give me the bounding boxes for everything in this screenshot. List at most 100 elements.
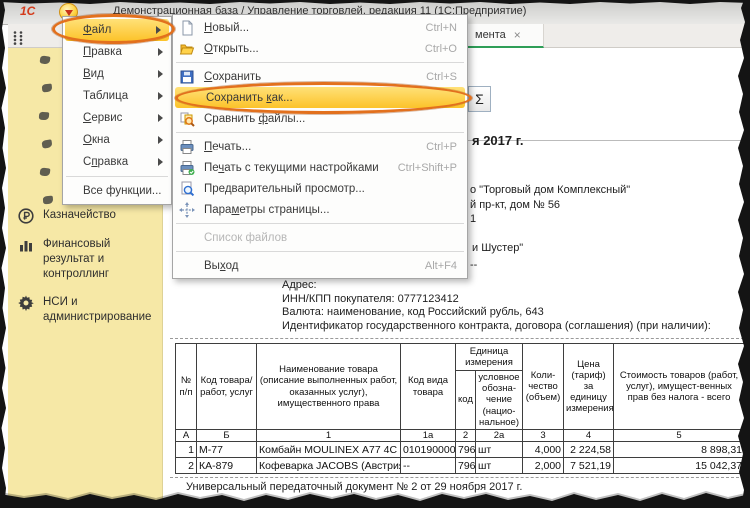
submenu-arrow-icon bbox=[158, 92, 163, 100]
file-menu-item-file-list: Список файлов bbox=[173, 227, 467, 248]
file-menu-item-print-with-settings[interactable]: Печать с текущими настройкамиCtrl+Shift+… bbox=[173, 157, 467, 178]
menu-item-label: Параметры страницы... bbox=[204, 204, 457, 216]
menu-item-table[interactable]: Таблица bbox=[63, 85, 171, 107]
menu-item-label: Список файлов bbox=[204, 232, 457, 244]
annotation-ellipse-file bbox=[52, 14, 175, 44]
submenu-arrow-icon bbox=[158, 70, 163, 78]
file-menu-item-page-setup[interactable]: Параметры страницы... bbox=[173, 199, 467, 220]
sidebar-item-label: Казначейство bbox=[43, 208, 116, 224]
menu-item-shortcut: Ctrl+O bbox=[425, 43, 457, 55]
bar-chart-icon bbox=[18, 237, 34, 253]
menu-item-windows[interactable]: Окна bbox=[63, 129, 171, 151]
inn-line: ИНН/КПП покупателя: 0777123412 bbox=[282, 293, 711, 307]
contract-line: Идентификатор государственного контракта… bbox=[282, 320, 711, 334]
file-menu-item-exit[interactable]: Выход Alt+F4 bbox=[173, 255, 467, 276]
no-icon bbox=[179, 258, 195, 274]
table-cell: 2,000 bbox=[523, 458, 564, 474]
address-line: Адрес: bbox=[282, 279, 711, 293]
table-cell: -- bbox=[401, 458, 456, 474]
gear-icon bbox=[18, 295, 34, 311]
close-icon[interactable]: × bbox=[514, 29, 521, 41]
sidebar-item-financial-result[interactable]: Финансовый результат и контроллинг bbox=[18, 237, 160, 282]
print-icon bbox=[179, 139, 195, 155]
chevron-down-icon bbox=[65, 10, 73, 16]
sections-menu-icon[interactable] bbox=[11, 30, 25, 46]
table-subheader-cell: код bbox=[456, 371, 476, 430]
menu-item-label: Выход bbox=[204, 260, 413, 272]
table-row: 2КА-879Кофеварка JACOBS (Австрия)--796шт… bbox=[176, 458, 745, 474]
table-cell: 796 bbox=[456, 458, 476, 474]
upd-print-form-table: № п/пКод товара/ работ, услугНаименовани… bbox=[175, 343, 745, 474]
menu-item-help[interactable]: Справка bbox=[63, 151, 171, 173]
menu-item-label: Справка bbox=[83, 156, 158, 168]
menu-separator bbox=[66, 176, 168, 177]
document-fragment: я 2017 г. bbox=[472, 133, 523, 148]
menu-item-edit[interactable]: Правка bbox=[63, 41, 171, 63]
table-subheader-cell: условное обозна-чение (нацио-нальное) bbox=[476, 371, 523, 430]
table-cell: Комбайн MOULINEX А77 4С bbox=[257, 442, 401, 458]
menu-item-label: Все функции... bbox=[83, 185, 163, 197]
document-tab[interactable]: мента × bbox=[467, 24, 544, 48]
page-break-line bbox=[170, 477, 744, 478]
menu-item-view[interactable]: Вид bbox=[63, 63, 171, 85]
menu-item-service[interactable]: Сервис bbox=[63, 107, 171, 129]
table-cell: 8 898,31 bbox=[614, 442, 745, 458]
file-menu-item-open[interactable]: Открыть... Ctrl+O bbox=[173, 38, 467, 59]
table-code-cell: 1а bbox=[401, 430, 456, 442]
table-cell: 0101900000 bbox=[401, 442, 456, 458]
menu-item-label: Таблица bbox=[83, 90, 158, 102]
submenu-arrow-icon bbox=[158, 136, 163, 144]
table-cell: шт bbox=[476, 458, 523, 474]
table-cell: 7 521,19 bbox=[564, 458, 614, 474]
table-cell: 15 042,37 bbox=[614, 458, 745, 474]
table-cell: 1 bbox=[176, 442, 197, 458]
table-code-cell: 1 bbox=[257, 430, 401, 442]
menu-item-shortcut: Alt+F4 bbox=[425, 260, 457, 272]
menu-item-label: Правка bbox=[83, 46, 158, 58]
table-header-cell: Стоимость товаров (работ, услуг), имущес… bbox=[614, 344, 745, 430]
menu-item-all-functions[interactable]: Все функции... bbox=[63, 180, 171, 202]
table-cell: Кофеварка JACOBS (Австрия) bbox=[257, 458, 401, 474]
menu-item-label: Сохранить bbox=[204, 71, 414, 83]
document-fragment: 1 bbox=[470, 213, 476, 225]
table-cell: М-77 bbox=[197, 442, 257, 458]
menu-item-label: Печать... bbox=[204, 141, 414, 153]
page-setup-icon bbox=[179, 202, 195, 218]
menu-item-label: Сервис bbox=[83, 112, 158, 124]
menu-item-label: Предварительный просмотр... bbox=[204, 183, 457, 195]
file-menu-panel: Новый...Ctrl+N Открыть... Ctrl+O Сохранить C… bbox=[172, 14, 468, 279]
tab-label: мента bbox=[475, 29, 506, 41]
file-menu-item-print-preview[interactable]: Предварительный просмотр... bbox=[173, 178, 467, 199]
file-menu-item-new[interactable]: Новый...Ctrl+N bbox=[173, 17, 467, 38]
menu-item-label: Открыть... bbox=[204, 43, 413, 55]
table-code-cell: 4 bbox=[564, 430, 614, 442]
menu-item-shortcut: Ctrl+S bbox=[426, 71, 457, 83]
table-header-cell: Коли-чество (объем) bbox=[523, 344, 564, 430]
table-header-cell: Цена (тариф) за единицу измерения bbox=[564, 344, 614, 430]
preview-icon bbox=[179, 181, 195, 197]
menu-item-shortcut: Ctrl+N bbox=[426, 22, 457, 34]
table-cell: 4,000 bbox=[523, 442, 564, 458]
table-header-cell: Код товара/ работ, услуг bbox=[197, 344, 257, 430]
currency-line: Валюта: наименование, код Российский руб… bbox=[282, 306, 711, 320]
new-file-icon bbox=[179, 20, 195, 36]
submenu-arrow-icon bbox=[158, 48, 163, 56]
table-header-cell: Единица измерения bbox=[456, 344, 523, 371]
sidebar-item-label: Финансовый результат и контроллинг bbox=[43, 237, 160, 282]
document-fragment: й пр-кт, дом № 56 bbox=[470, 199, 560, 211]
table-code-cell: 5 bbox=[614, 430, 745, 442]
menu-item-label: Вид bbox=[83, 68, 158, 80]
table-cell: 796 bbox=[456, 442, 476, 458]
menu-separator bbox=[176, 62, 464, 63]
sidebar-item-treasury[interactable]: Казначейство bbox=[18, 208, 160, 224]
sidebar-item-master-data-admin[interactable]: НСИ и администрирование bbox=[18, 295, 160, 325]
open-folder-icon bbox=[179, 41, 195, 57]
ruble-coin-icon bbox=[18, 208, 34, 224]
table-code-cell: 2 bbox=[456, 430, 476, 442]
menu-item-label: Окна bbox=[83, 134, 158, 146]
table-cell: шт bbox=[476, 442, 523, 458]
file-menu-item-print[interactable]: Печать...Ctrl+P bbox=[173, 136, 467, 157]
sections-list: Казначейство Финансовый результат и контр… bbox=[18, 208, 160, 325]
document-fragment: о "Торговый дом Комплексный" bbox=[470, 184, 630, 196]
1c-logo: 1С bbox=[20, 4, 35, 18]
